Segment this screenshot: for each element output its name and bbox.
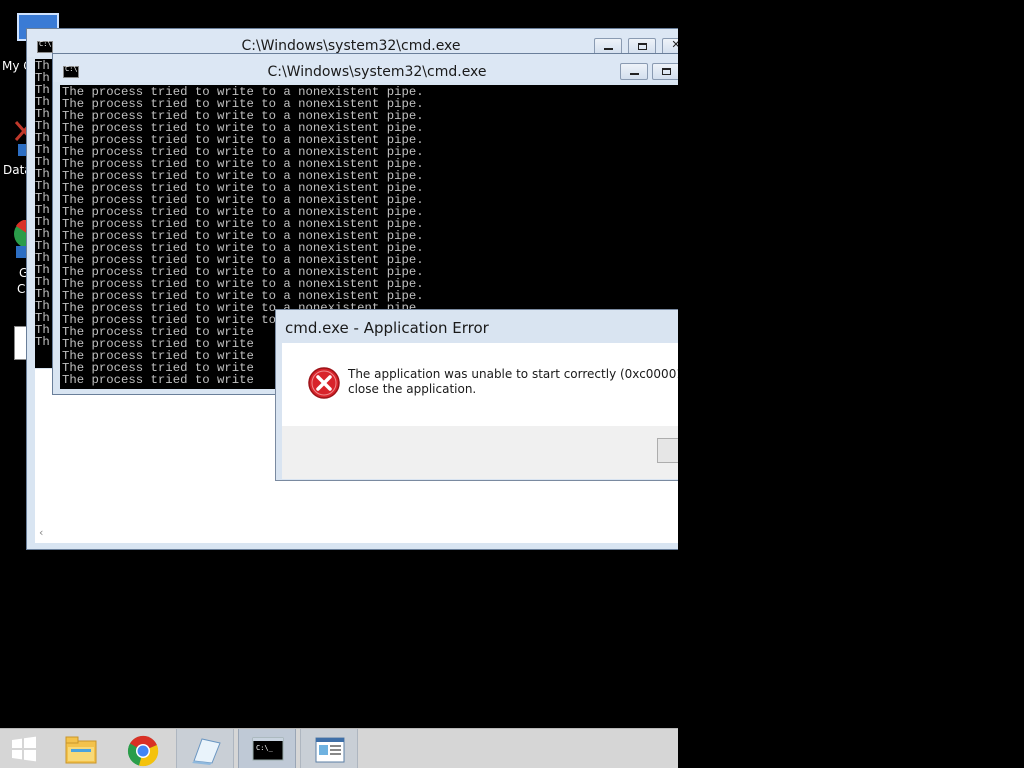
close-icon: ✕ — [671, 38, 678, 51]
scroll-left-arrow[interactable]: ‹ — [39, 526, 43, 539]
window-title: C:\Windows\system32\cmd.exe — [267, 64, 487, 80]
dialog-body: The application was unable to start corr… — [282, 343, 678, 479]
windows-logo-icon — [12, 736, 36, 762]
dialog-footer — [282, 426, 678, 479]
taskbar-cmd[interactable]: C:\_ — [238, 729, 296, 768]
titlebar[interactable]: C:\Windows\system32\cmd.exe — [53, 54, 678, 82]
error-message-line2: close the application. — [348, 382, 477, 396]
taskbar: C:\_ — [0, 728, 678, 768]
maximize-button[interactable] — [652, 63, 678, 80]
window-title: C:\Windows\system32\cmd.exe — [241, 38, 461, 54]
cmd-icon: C:\_ — [252, 737, 284, 761]
svg-text:C:\_: C:\_ — [256, 744, 274, 752]
error-message: The application was unable to start corr… — [348, 367, 678, 397]
error-icon — [308, 367, 340, 399]
folder-icon — [65, 736, 97, 764]
error-message-line1: The application was unable to start corr… — [348, 367, 678, 381]
screen: My C Data G C C:\Windows\system32\cmd.ex… — [0, 0, 1024, 768]
minimize-button[interactable] — [620, 63, 648, 80]
error-dialog[interactable]: cmd.exe - Application Error The applicat… — [275, 309, 678, 481]
taskbar-chrome[interactable] — [114, 729, 172, 768]
start-button[interactable] — [0, 729, 48, 768]
window-icon — [315, 737, 345, 763]
taskbar-notepad[interactable] — [176, 729, 234, 768]
notepad-icon — [192, 738, 221, 765]
ok-button[interactable] — [657, 438, 678, 463]
minimize-icon — [630, 73, 639, 75]
maximize-icon — [638, 43, 647, 50]
taskbar-app-window[interactable] — [300, 729, 358, 768]
dialog-title: cmd.exe - Application Error — [285, 319, 489, 337]
chrome-icon — [127, 735, 159, 767]
minimize-icon — [604, 48, 613, 50]
taskbar-file-explorer[interactable] — [52, 729, 110, 768]
desktop-icon-label-line2: C — [17, 282, 26, 296]
desktop: My C Data G C C:\Windows\system32\cmd.ex… — [0, 0, 678, 728]
maximize-icon — [662, 68, 671, 75]
